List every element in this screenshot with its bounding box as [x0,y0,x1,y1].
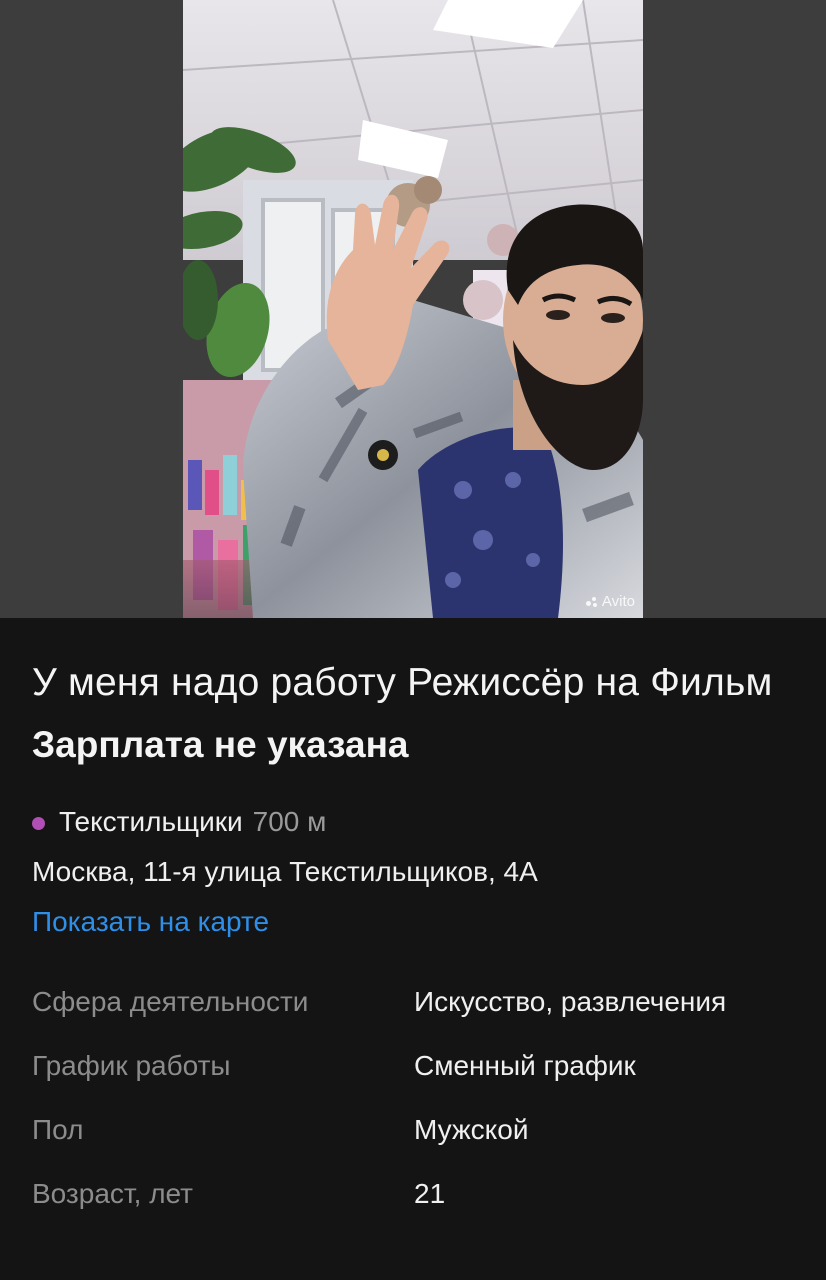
address: Москва, 11-я улица Текстильщиков, 4А [32,856,538,887]
param-row: Сфера деятельности Искусство, развлечени… [32,984,802,1048]
param-value: 21 [414,1178,446,1209]
param-label: Сфера деятельности [32,986,309,1017]
param-value: Сменный график [414,1050,636,1081]
listing-title: У меня надо работу Режиссёр на Фильм [32,661,773,704]
listing-photo[interactable]: Avito [183,0,643,618]
avito-logo-icon [585,596,598,607]
param-value: Искусство, развлечения [414,986,727,1017]
params-list: Сфера деятельности Искусство, развлечени… [32,984,802,1240]
listing-salary: Зарплата не указана [32,724,409,765]
param-label: Возраст, лет [32,1178,193,1209]
listing-details: У меня надо работу Режиссёр на Фильм Зар… [32,618,802,1240]
param-value: Мужской [414,1114,529,1145]
param-row: Пол Мужской [32,1112,802,1176]
param-row: График работы Сменный график [32,1048,802,1112]
param-row: Возраст, лет 21 [32,1176,802,1240]
avito-watermark: Avito [585,593,635,610]
show-on-map-link[interactable]: Показать на карте [32,904,269,940]
param-label: Пол [32,1114,84,1145]
metro-distance: 700 м [252,806,327,837]
watermark-text: Avito [601,593,635,610]
param-label: График работы [32,1050,231,1081]
photo-illustration [183,0,643,618]
metro-line-dot-icon [32,816,45,830]
photo-gallery[interactable]: Avito [0,0,826,618]
metro-station: Текстильщики [59,806,243,837]
metro-info: Текстильщики 700 м [32,804,802,840]
